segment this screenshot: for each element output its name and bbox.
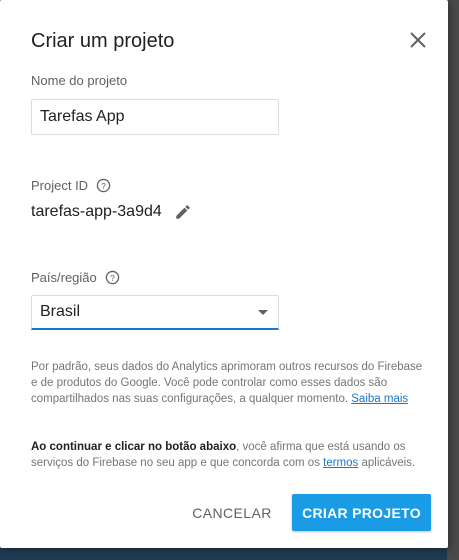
region-selected-value: Brasil <box>40 303 81 320</box>
project-name-label-text: Nome do projeto <box>31 73 128 88</box>
terms-notice: Ao continuar e clicar no botão abaixo, v… <box>31 439 431 471</box>
region-select[interactable]: Brasil <box>31 295 279 330</box>
project-id-label-text: Project ID <box>31 178 89 193</box>
project-name-input[interactable] <box>31 99 279 135</box>
project-name-label: Nome do projeto <box>31 73 127 88</box>
project-id-row: tarefas-app-3a9d4 <box>31 203 192 221</box>
dropdown-arrow-icon <box>258 309 268 315</box>
region-label-text: País/região <box>31 270 97 285</box>
close-button[interactable] <box>406 28 430 52</box>
dialog-title: Criar um projeto <box>31 30 175 52</box>
help-icon[interactable]: ? <box>105 270 120 285</box>
terms-notice-bold: Ao continuar e clicar no botão abaixo <box>31 441 237 453</box>
region-label: País/região ? <box>31 270 120 285</box>
analytics-notice: Por padrão, seus dados do Analytics apri… <box>31 359 431 407</box>
help-icon[interactable]: ? <box>96 178 111 193</box>
create-project-dialog: Criar um projeto Nome do projeto Project… <box>0 0 448 548</box>
terms-notice-suffix: aplicáveis. <box>358 457 416 469</box>
edit-icon[interactable] <box>174 203 192 221</box>
learn-more-link[interactable]: Saiba mais <box>351 393 408 405</box>
svg-text:?: ? <box>110 273 115 283</box>
cancel-button[interactable]: CANCELAR <box>186 495 278 531</box>
terms-link[interactable]: termos <box>323 457 358 469</box>
backdrop-edge <box>447 0 459 560</box>
project-id-value: tarefas-app-3a9d4 <box>31 203 162 220</box>
project-id-label: Project ID ? <box>31 178 111 193</box>
create-project-button[interactable]: CRIAR PROJETO <box>292 494 431 531</box>
svg-text:?: ? <box>101 181 106 191</box>
close-icon <box>410 32 426 48</box>
